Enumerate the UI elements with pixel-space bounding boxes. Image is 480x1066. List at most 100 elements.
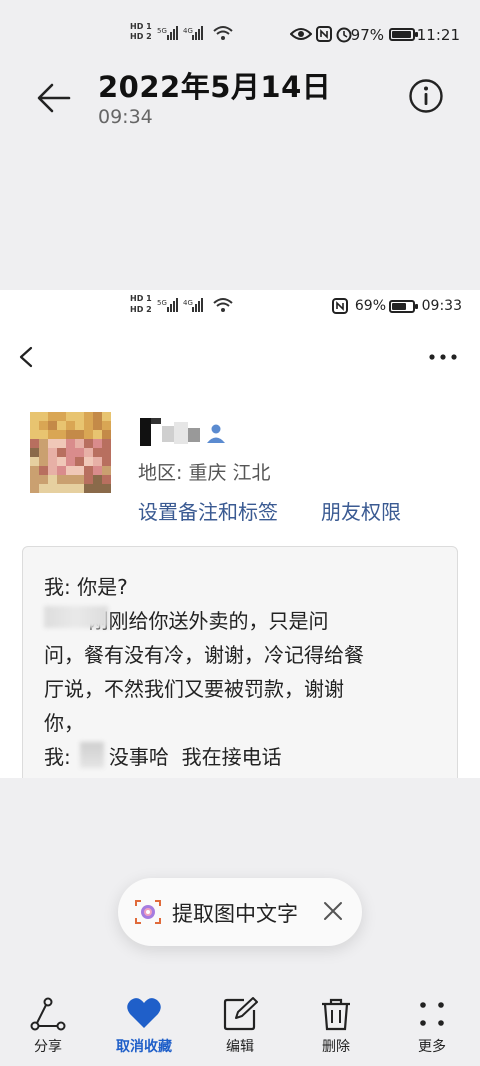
avatar-pixel: [30, 475, 39, 484]
avatar-pixel: [48, 475, 57, 484]
avatar-pixel: [102, 439, 111, 448]
close-icon[interactable]: [322, 900, 344, 922]
region-text: 地区: 重庆 江北: [138, 462, 271, 484]
message-line: 问，餐有没有冷，谢谢，冷记得给餐: [44, 643, 364, 667]
avatar-pixel: [30, 421, 39, 430]
avatar-pixel: [39, 412, 48, 421]
avatar-pixel: [93, 430, 102, 439]
eye-icon: [290, 28, 312, 40]
trash-icon[interactable]: [318, 996, 354, 1032]
avatar-pixel: [57, 448, 66, 457]
more-grid-icon[interactable]: [414, 996, 450, 1032]
avatar-pixel: [93, 484, 102, 493]
message-line: 你，: [44, 711, 84, 735]
avatar-pixel: [39, 421, 48, 430]
avatar-pixel: [84, 412, 93, 421]
avatar-pixel: [75, 466, 84, 475]
avatar-pixel: [102, 412, 111, 421]
extract-text-label[interactable]: 提取图中文字: [172, 898, 298, 928]
avatar-pixel: [48, 421, 57, 430]
avatar-pixel: [93, 466, 102, 475]
blurred-text: [44, 606, 108, 628]
more-button[interactable]: 更多: [392, 1036, 472, 1056]
avatar-pixel: [30, 484, 39, 493]
svg-text:5G: 5G: [157, 27, 167, 35]
avatar-pixel: [75, 457, 84, 466]
edit-icon[interactable]: [222, 996, 258, 1032]
avatar-pixel: [93, 457, 102, 466]
inner-wifi-icon: [213, 298, 233, 312]
bottom-toolbar: 分享 取消收藏 编辑 删除 更多: [0, 990, 480, 1066]
sim2-label: HD 2: [130, 32, 152, 41]
avatar-pixel: [39, 466, 48, 475]
avatar-pixel: [84, 466, 93, 475]
avatar-pixel: [66, 448, 75, 457]
message-line: 我: 你是?: [44, 575, 128, 599]
info-icon[interactable]: [408, 78, 444, 114]
avatar-pixel: [57, 439, 66, 448]
avatar-pixel: [102, 421, 111, 430]
avatar-pixel: [93, 412, 102, 421]
avatar-pixel: [84, 448, 93, 457]
nfc-icon: [316, 26, 332, 42]
scan-text-icon: [135, 900, 161, 924]
avatar-pixel: [102, 457, 111, 466]
avatar-pixel: [30, 430, 39, 439]
heart-icon[interactable]: [126, 996, 162, 1032]
avatar-pixel: [57, 421, 66, 430]
avatar-pixel: [102, 475, 111, 484]
avatar-pixel: [66, 439, 75, 448]
avatar-pixel: [75, 439, 84, 448]
blurred-text: [80, 742, 104, 768]
avatar-pixel: [84, 457, 93, 466]
avatar-pixel: [93, 475, 102, 484]
share-button[interactable]: 分享: [8, 1036, 88, 1056]
avatar-pixel: [66, 457, 75, 466]
avatar-pixel: [75, 448, 84, 457]
avatar-pixel: [48, 439, 57, 448]
avatar-pixel: [84, 475, 93, 484]
inner-sim1: HD 1: [130, 294, 152, 303]
avatar-pixel: [84, 484, 93, 493]
svg-text:5G: 5G: [157, 299, 167, 307]
edit-button[interactable]: 编辑: [200, 1036, 280, 1056]
message-line: 厅说，不然我们又要被罚款，谢谢: [44, 677, 344, 701]
avatar-pixel: [57, 475, 66, 484]
page-title: 2022年5月14日: [98, 70, 332, 104]
status-time: 11:21: [416, 26, 460, 44]
back-arrow-icon[interactable]: [36, 80, 72, 116]
inner-battery-percent: 69%: [354, 298, 386, 314]
delete-button[interactable]: 删除: [296, 1036, 376, 1056]
avatar-pixel: [66, 466, 75, 475]
share-icon[interactable]: [30, 996, 66, 1032]
avatar-pixel: [39, 457, 48, 466]
avatar-pixel: [84, 421, 93, 430]
avatar-pixel: [102, 430, 111, 439]
screenshot-image[interactable]: HD 1 HD 2 5G 4G 69% 09:33 地区: 重庆 江北 设置备注…: [0, 290, 480, 778]
unfavorite-button[interactable]: 取消收藏: [104, 1036, 184, 1056]
avatar-pixel: [57, 466, 66, 475]
avatar-pixel: [84, 430, 93, 439]
avatar-pixel: [57, 457, 66, 466]
avatar-pixel: [102, 484, 111, 493]
avatar-pixel: [66, 430, 75, 439]
avatar-pixel: [30, 412, 39, 421]
avatar-pixel: [66, 484, 75, 493]
avatar-pixel: [30, 439, 39, 448]
avatar-pixel: [66, 421, 75, 430]
more-dots-icon: [429, 354, 457, 360]
avatar-pixel: [93, 439, 102, 448]
avatar-pixel: [48, 466, 57, 475]
avatar-pixel: [39, 439, 48, 448]
avatar-pixel: [84, 439, 93, 448]
avatar-pixel: [66, 475, 75, 484]
svg-text:4G: 4G: [183, 27, 193, 35]
wifi-icon: [213, 26, 233, 40]
avatar-pixel: [48, 448, 57, 457]
avatar-pixel: [102, 466, 111, 475]
status-bar: HD 1 HD 2 5G 4G 97% 11:21: [0, 22, 480, 50]
chevron-left-icon: [19, 346, 33, 368]
avatar-pixel: [57, 484, 66, 493]
avatar-pixel: [48, 412, 57, 421]
sim1-label: HD 1: [130, 22, 152, 31]
